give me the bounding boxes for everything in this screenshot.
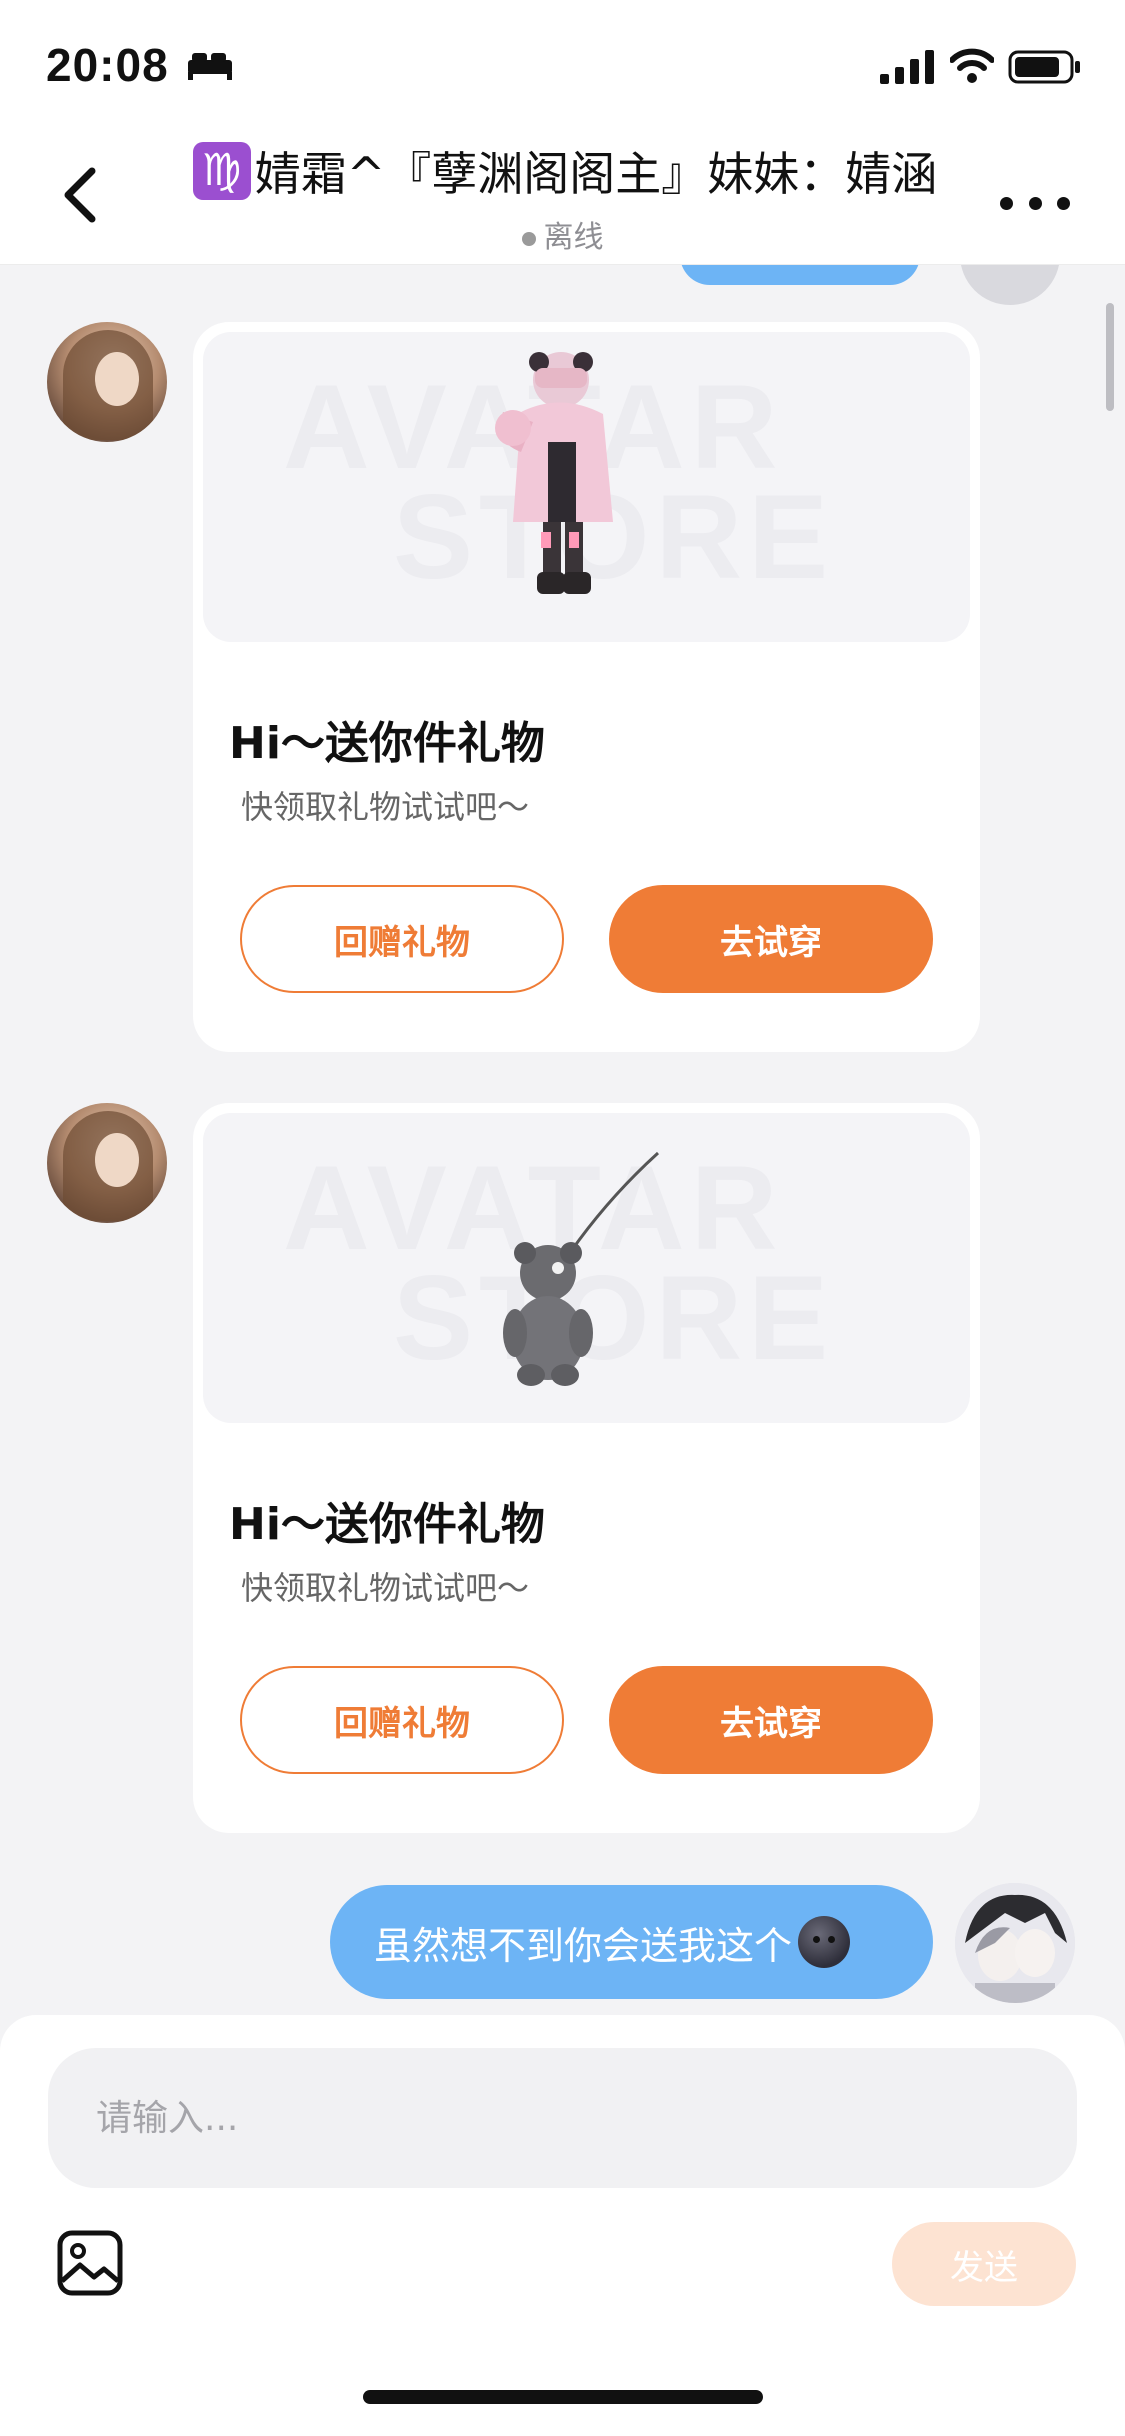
image-icon: [57, 2230, 123, 2296]
gift-preview[interactable]: AVATAR STORE: [203, 332, 970, 642]
wifi-icon: [950, 48, 994, 83]
chat-title: 婧霜^『孽渊阁阁主』妹妹：婧涵: [254, 147, 938, 201]
gift-subtitle: 快领取礼物试试吧～: [241, 788, 530, 826]
virgo-icon: ♍: [192, 142, 251, 200]
presence-dot: [521, 231, 536, 246]
message-input[interactable]: [48, 2048, 1077, 2188]
chat-header: ♍ 婧霜^『孽渊阁阁主』妹妹：婧涵 离线: [0, 130, 1125, 265]
home-indicator[interactable]: [363, 2390, 763, 2404]
message-list[interactable]: AVATAR STORE Hi～送你件礼物 快: [0, 265, 1125, 2015]
message-text: 虽然想不到你会送我这个: [374, 1923, 793, 1968]
status-bar: 20:08: [0, 0, 1125, 130]
gift-card: AVATAR STORE Hi～送你件礼物 快领取礼物试试吧～ 回赠礼物 去试穿: [193, 1103, 980, 1833]
try-on-button[interactable]: 去试穿: [609, 885, 933, 993]
new-moon-face-emoji-icon: [798, 1916, 851, 1968]
more-button[interactable]: [1000, 188, 1070, 218]
sender-avatar[interactable]: [47, 1103, 167, 1223]
chat-title-wrap: ♍ 婧霜^『孽渊阁阁主』妹妹：婧涵: [180, 138, 950, 204]
gift-outfit-image: [495, 352, 613, 594]
gift-subtitle: 快领取礼物试试吧～: [241, 1569, 530, 1607]
gift-card: AVATAR STORE Hi～送你件礼物 快: [193, 322, 980, 1052]
signal-icon: [880, 50, 934, 84]
presence-status: 离线: [0, 212, 1125, 256]
gift-bear-charm-image: [503, 1151, 660, 1386]
gift-title: Hi～送你件礼物: [229, 718, 545, 769]
status-time: 20:08: [46, 39, 169, 91]
partial-avatar: [960, 265, 1060, 305]
gift-preview[interactable]: AVATAR STORE: [203, 1113, 970, 1423]
gift-title: Hi～送你件礼物: [229, 1499, 545, 1550]
scrollbar[interactable]: [1106, 303, 1114, 411]
battery-icon: [1008, 50, 1080, 84]
composer: 发送: [0, 2015, 1125, 2436]
presence-label: 离线: [543, 220, 604, 255]
image-picker-button[interactable]: [56, 2229, 124, 2297]
sender-avatar[interactable]: [47, 322, 167, 442]
partial-message-bubble: [680, 265, 920, 285]
try-on-button[interactable]: 去试穿: [609, 1666, 933, 1774]
my-avatar[interactable]: [955, 1883, 1075, 2003]
return-gift-button[interactable]: 回赠礼物: [240, 1666, 564, 1774]
return-gift-button[interactable]: 回赠礼物: [240, 885, 564, 993]
more-dots-icon: [1000, 196, 1013, 210]
bed-icon: [188, 53, 232, 80]
send-button[interactable]: 发送: [892, 2222, 1076, 2306]
avatar-image: [955, 1883, 1075, 2003]
my-message-bubble[interactable]: 虽然想不到你会送我这个: [330, 1885, 933, 1999]
